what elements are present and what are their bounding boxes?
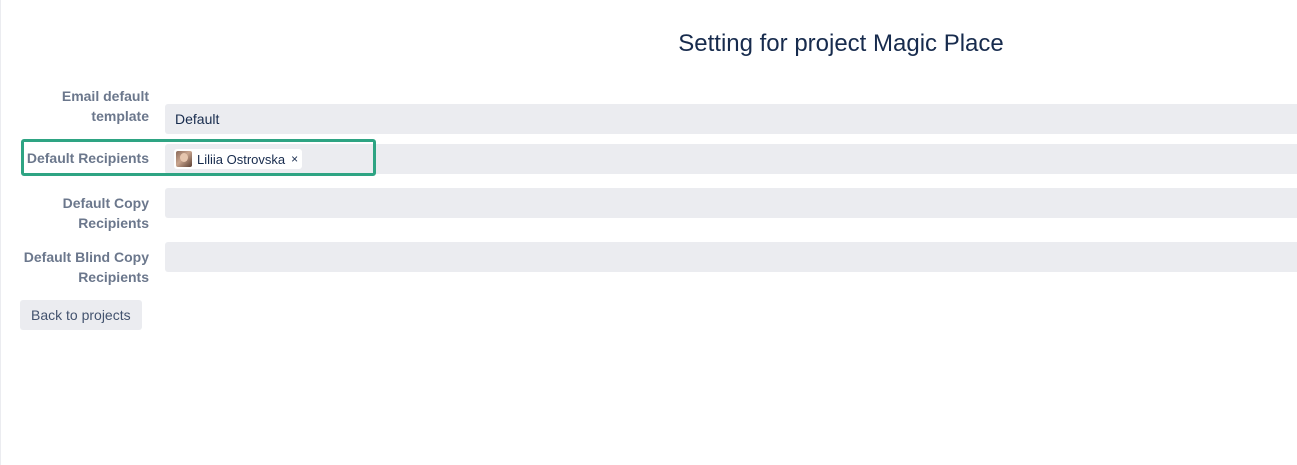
default-blind-copy-recipients-label-line1: Default Blind Copy: [23, 249, 149, 265]
avatar: [176, 151, 192, 167]
default-copy-recipients-label-line1: Default Copy: [62, 195, 149, 211]
project-settings-page: Setting for project Magic Place Email de…: [0, 0, 1297, 465]
default-recipients-label: Default Recipients: [26, 150, 149, 166]
default-blind-copy-recipients-field[interactable]: [165, 242, 1297, 272]
back-to-projects-button[interactable]: Back to projects: [20, 300, 142, 330]
default-copy-recipients-label: Default Copy Recipients: [9, 193, 149, 233]
default-blind-copy-recipients-label: Default Blind Copy Recipients: [9, 247, 149, 287]
email-template-label-line2: template: [91, 108, 149, 124]
recipient-tag-name: Liliia Ostrovska: [197, 151, 286, 167]
remove-recipient-icon[interactable]: ×: [291, 153, 298, 165]
default-copy-recipients-field[interactable]: [165, 188, 1297, 218]
page-title: Setting for project Magic Place: [678, 30, 1004, 57]
email-template-label: Email default template: [9, 86, 149, 126]
email-template-label-line1: Email default: [61, 88, 149, 104]
default-blind-copy-recipients-label-line2: Recipients: [78, 269, 149, 285]
default-recipients-field[interactable]: Liliia Ostrovska ×: [165, 144, 1297, 174]
recipient-tag: Liliia Ostrovska ×: [174, 149, 303, 169]
email-template-select[interactable]: Default: [165, 104, 1297, 134]
email-template-value: Default: [175, 111, 220, 127]
default-copy-recipients-label-line2: Recipients: [78, 215, 149, 231]
